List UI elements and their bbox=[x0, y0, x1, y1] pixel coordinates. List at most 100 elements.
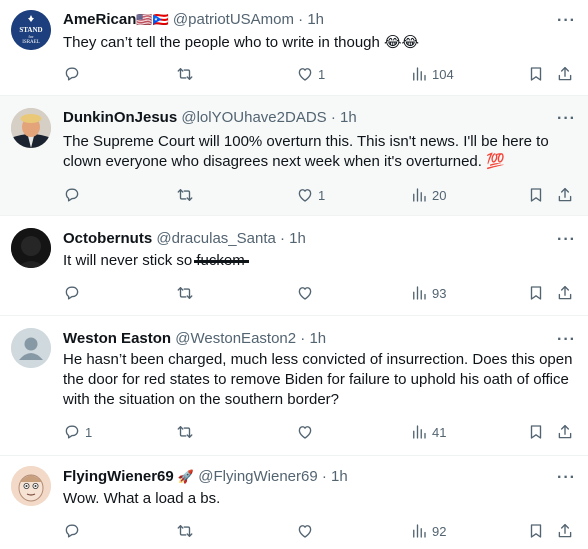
bookmark-button[interactable] bbox=[527, 283, 545, 303]
views-icon bbox=[413, 425, 426, 439]
bookmark-icon bbox=[530, 524, 542, 538]
retweet-button[interactable] bbox=[176, 283, 198, 303]
tweet-header: DunkinOnJesus @lolYOUhave2DADS · 1h bbox=[63, 108, 357, 128]
more-options-icon[interactable]: ··· bbox=[557, 332, 576, 348]
views-button[interactable]: 92 bbox=[410, 521, 446, 541]
retweet-button[interactable] bbox=[176, 64, 198, 84]
svg-text:for: for bbox=[28, 34, 34, 39]
reply-icon bbox=[65, 524, 79, 538]
tweet-card[interactable]: Octobernuts @draculas_Santa · 1h ··· It … bbox=[0, 216, 588, 316]
bookmark-icon bbox=[530, 188, 542, 202]
reply-button[interactable] bbox=[63, 283, 85, 303]
reply-icon bbox=[65, 286, 79, 300]
more-options-icon[interactable]: ··· bbox=[557, 232, 576, 248]
avatar[interactable] bbox=[11, 108, 51, 148]
user-handle[interactable]: @patriotUSAmom bbox=[173, 11, 294, 28]
tweet-header: Weston Easton @WestonEaston2 · 1h bbox=[63, 329, 326, 349]
bookmark-button[interactable] bbox=[527, 422, 545, 442]
bookmark-button[interactable] bbox=[527, 521, 545, 541]
like-button[interactable] bbox=[296, 521, 318, 541]
retweet-icon bbox=[177, 426, 193, 438]
views-button[interactable]: 93 bbox=[410, 283, 446, 303]
tweet-header: AmeRican🇺🇸🇵🇷 @patriotUSAmom · 1h bbox=[63, 10, 324, 30]
like-button[interactable] bbox=[296, 283, 318, 303]
profile-photo bbox=[11, 108, 51, 148]
timestamp[interactable]: 1h bbox=[309, 330, 326, 347]
separator-dot: · bbox=[321, 468, 327, 485]
timestamp[interactable]: 1h bbox=[289, 230, 306, 247]
more-options-icon[interactable]: ··· bbox=[557, 13, 576, 29]
avatar[interactable] bbox=[11, 228, 51, 268]
views-icon bbox=[413, 67, 426, 81]
share-button[interactable] bbox=[556, 185, 574, 205]
display-name[interactable]: Octobernuts bbox=[63, 230, 152, 247]
share-button[interactable] bbox=[556, 521, 574, 541]
views-count: 20 bbox=[432, 187, 447, 203]
retweet-button[interactable] bbox=[176, 185, 198, 205]
views-button[interactable]: 41 bbox=[410, 422, 446, 442]
bookmark-button[interactable] bbox=[527, 64, 545, 84]
rocket-emoji: 🚀 bbox=[177, 469, 195, 484]
tweet-card[interactable]: FlyingWiener69 🚀 @FlyingWiener69 · 1h ··… bbox=[0, 456, 588, 549]
share-icon bbox=[558, 187, 572, 202]
retweet-button[interactable] bbox=[176, 521, 198, 541]
like-icon bbox=[298, 426, 312, 439]
display-name[interactable]: AmeRican bbox=[63, 11, 136, 28]
tweet-card[interactable]: STAND for ISRAEL AmeRican🇺🇸🇵🇷 @patriotUS… bbox=[0, 0, 588, 96]
share-button[interactable] bbox=[556, 283, 574, 303]
avatar[interactable] bbox=[11, 466, 51, 506]
tweet-header: Octobernuts @draculas_Santa · 1h bbox=[63, 229, 306, 249]
views-count: 92 bbox=[432, 523, 447, 539]
display-name[interactable]: FlyingWiener69 bbox=[63, 468, 174, 485]
avatar[interactable]: STAND for ISRAEL bbox=[11, 10, 51, 50]
more-options-icon[interactable]: ··· bbox=[557, 470, 576, 486]
like-button[interactable]: 1 bbox=[296, 185, 325, 205]
tweet-text: They can’t tell the people who to write … bbox=[63, 34, 420, 51]
user-handle[interactable]: @FlyingWiener69 bbox=[198, 468, 317, 485]
bookmark-button[interactable] bbox=[527, 185, 545, 205]
svg-text:ISRAEL: ISRAEL bbox=[22, 40, 40, 45]
reply-button[interactable] bbox=[63, 64, 85, 84]
views-count: 93 bbox=[432, 285, 447, 301]
views-button[interactable]: 104 bbox=[410, 64, 454, 84]
share-icon bbox=[558, 285, 572, 300]
reply-button[interactable] bbox=[63, 521, 85, 541]
reply-button[interactable]: 1 bbox=[63, 422, 92, 442]
tweet-text: Wow. What a load a bs. bbox=[63, 490, 221, 507]
avatar[interactable] bbox=[11, 328, 51, 368]
cartoon-face-avatar bbox=[11, 466, 51, 506]
tweet-header: FlyingWiener69 🚀 @FlyingWiener69 · 1h bbox=[63, 467, 348, 487]
like-icon bbox=[298, 525, 312, 538]
user-handle[interactable]: @draculas_Santa bbox=[156, 230, 275, 247]
user-handle[interactable]: @WestonEaston2 bbox=[175, 330, 296, 347]
views-count: 104 bbox=[432, 66, 454, 82]
flag-emoji: 🇺🇸🇵🇷 bbox=[136, 12, 169, 27]
redacted-word: fuckem bbox=[196, 252, 245, 269]
views-icon bbox=[413, 524, 426, 538]
user-handle[interactable]: @lolYOUhave2DADS bbox=[181, 109, 326, 126]
like-icon bbox=[298, 68, 312, 81]
share-button[interactable] bbox=[556, 422, 574, 442]
display-name[interactable]: Weston Easton bbox=[63, 330, 171, 347]
separator-dot: · bbox=[300, 330, 306, 347]
timestamp[interactable]: 1h bbox=[307, 11, 324, 28]
reply-button[interactable] bbox=[63, 185, 85, 205]
share-button[interactable] bbox=[556, 64, 574, 84]
more-options-icon[interactable]: ··· bbox=[557, 111, 576, 127]
like-button[interactable]: 1 bbox=[296, 64, 325, 84]
display-name[interactable]: DunkinOnJesus bbox=[63, 109, 177, 126]
retweet-button[interactable] bbox=[176, 422, 198, 442]
bookmark-icon bbox=[530, 286, 542, 300]
views-button[interactable]: 20 bbox=[410, 185, 446, 205]
tweet-text: The Supreme Court will 100% overturn thi… bbox=[63, 133, 549, 170]
profile-photo bbox=[11, 228, 51, 268]
svg-text:STAND: STAND bbox=[19, 26, 42, 34]
reply-icon bbox=[65, 67, 79, 81]
like-button[interactable] bbox=[296, 422, 318, 442]
bookmark-icon bbox=[530, 425, 542, 439]
tweet-card[interactable]: DunkinOnJesus @lolYOUhave2DADS · 1h ··· … bbox=[0, 96, 588, 216]
retweet-icon bbox=[177, 68, 193, 80]
timestamp[interactable]: 1h bbox=[331, 468, 348, 485]
timestamp[interactable]: 1h bbox=[340, 109, 357, 126]
tweet-card[interactable]: Weston Easton @WestonEaston2 · 1h ··· He… bbox=[0, 316, 588, 456]
